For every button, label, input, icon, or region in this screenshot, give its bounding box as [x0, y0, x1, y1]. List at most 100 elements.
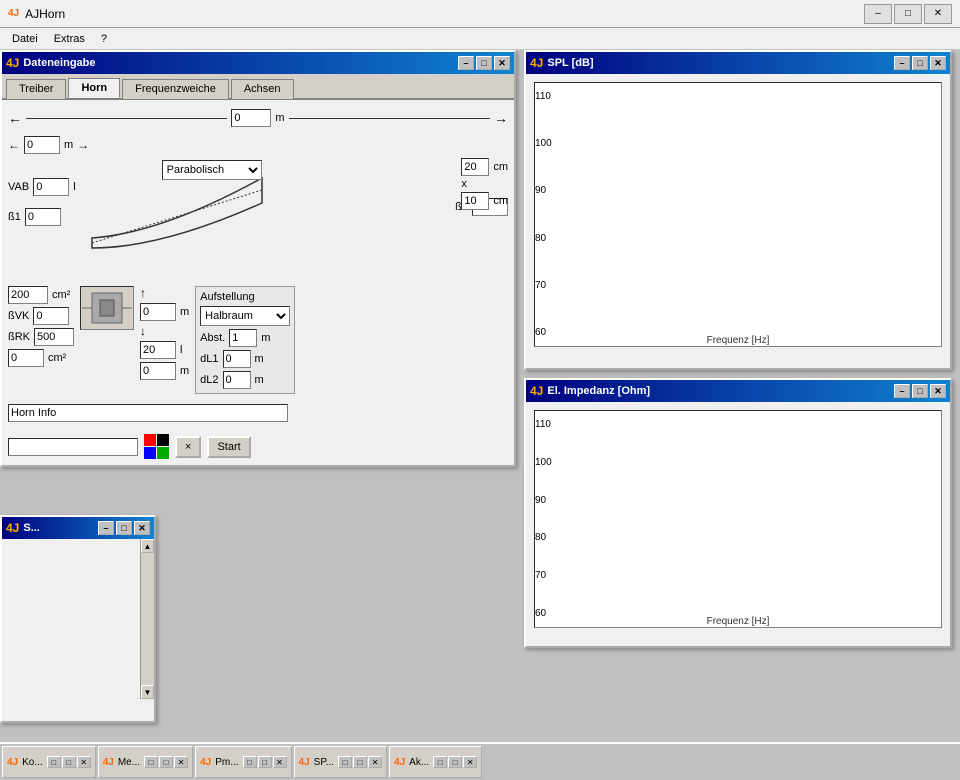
color-green[interactable]: [157, 447, 169, 459]
maximize-button[interactable]: □: [894, 4, 922, 24]
taskbar-btn-close-3[interactable]: ✕: [368, 756, 382, 768]
taskbar-btn-close-4[interactable]: ✕: [463, 756, 477, 768]
bvk-input[interactable]: 0: [33, 307, 69, 325]
spl-plot-area: [535, 83, 941, 333]
menu-datei[interactable]: Datei: [4, 31, 46, 47]
taskbar-item-3[interactable]: 4J SP... □ □ ✕: [294, 746, 388, 778]
spl-chart-inner: 110 100 90 80 70 60: [535, 83, 941, 333]
horn-length-input[interactable]: 0: [231, 109, 271, 127]
left-arrow-icon: ←: [8, 110, 22, 126]
spl-close[interactable]: ✕: [930, 56, 946, 70]
pos2-input[interactable]: 20: [140, 341, 176, 359]
tab-horn[interactable]: Horn: [68, 78, 120, 98]
dateneingabe-icon: 4J: [6, 56, 19, 70]
taskbar-btn-max-1[interactable]: □: [159, 756, 173, 768]
area2-unit: cm²: [48, 352, 66, 364]
color-red[interactable]: [144, 434, 156, 446]
dateneingabe-tabs: Treiber Horn Frequenzweiche Achsen: [2, 74, 514, 100]
taskbar-item-4[interactable]: 4J Ak... □ □ ✕: [389, 746, 482, 778]
scroll-down[interactable]: ▼: [141, 685, 154, 699]
taskbar-btn-min-1[interactable]: □: [144, 756, 158, 768]
color-blue[interactable]: [144, 447, 156, 459]
taskbar-btn-max-4[interactable]: □: [448, 756, 462, 768]
taskbar-item-2[interactable]: 4J Pm... □ □ ✕: [195, 746, 291, 778]
dateneingabe-body: ← 0 m → ← 0 m →: [2, 100, 514, 465]
spl-chart: 110 100 90 80 70 60 Frequenz [Hz]: [534, 82, 942, 347]
impedanz-close[interactable]: ✕: [930, 384, 946, 398]
area2-input[interactable]: 0: [8, 349, 44, 367]
taskbar-btn-close-2[interactable]: ✕: [273, 756, 287, 768]
horn-svg-container: Parabolisch Exponential Konisch Traktrix…: [82, 158, 508, 278]
vab-unit: l: [73, 181, 75, 193]
horn-length-row: ← 0 m →: [8, 106, 508, 130]
color-black[interactable]: [157, 434, 169, 446]
flare-type-container: Parabolisch Exponential Konisch Traktrix: [162, 160, 262, 180]
tab-frequenzweiche[interactable]: Frequenzweiche: [122, 79, 229, 99]
tab-achsen[interactable]: Achsen: [231, 79, 294, 99]
impedanz-body: 110 100 90 80 70 60 Frequenz [Hz]: [526, 402, 950, 636]
menu-bar: Datei Extras ?: [0, 28, 960, 50]
dl1-input[interactable]: 0: [223, 350, 251, 368]
taskbar-btn-min-2[interactable]: □: [243, 756, 257, 768]
bottom-text-input[interactable]: [8, 438, 138, 456]
scroll-up[interactable]: ▲: [141, 539, 154, 553]
impedanz-y-70: 70: [535, 570, 571, 581]
small-close[interactable]: ✕: [134, 521, 150, 535]
taskbar-btn-max-2[interactable]: □: [258, 756, 272, 768]
taskbar-btn-min-4[interactable]: □: [433, 756, 447, 768]
spl-y-110: 110: [535, 91, 571, 102]
taskbar-btn-max-0[interactable]: □: [62, 756, 76, 768]
minimize-button[interactable]: –: [864, 4, 892, 24]
taskbar-btn-max-3[interactable]: □: [353, 756, 367, 768]
scrollbar[interactable]: ▲ ▼: [140, 539, 154, 699]
abst-label: Abst.: [200, 332, 225, 344]
horn-info-input[interactable]: Horn Info: [8, 404, 288, 422]
horn-offset-row: ← 0 m →: [8, 136, 508, 154]
taskbar-label-1: Me...: [118, 757, 140, 768]
impedanz-maximize[interactable]: □: [912, 384, 928, 398]
area1-input[interactable]: 200: [8, 286, 48, 304]
pos1-input[interactable]: 0: [140, 303, 176, 321]
taskbar-btn-close-0[interactable]: ✕: [77, 756, 91, 768]
dateneingabe-close[interactable]: ✕: [494, 56, 510, 70]
horn-offset-input[interactable]: 0: [24, 136, 60, 154]
tab-treiber[interactable]: Treiber: [6, 79, 66, 99]
taskbar-controls-4: □ □ ✕: [433, 756, 477, 768]
impedanz-y-110: 110: [535, 419, 571, 430]
menu-help[interactable]: ?: [93, 31, 115, 47]
pos3-input[interactable]: 0: [140, 362, 176, 380]
vab-input[interactable]: 0: [33, 178, 69, 196]
x-button[interactable]: ×: [175, 436, 201, 458]
taskbar-btn-close-1[interactable]: ✕: [174, 756, 188, 768]
small-window: 4J S... – □ ✕ ▲ ▼: [0, 515, 156, 723]
horn-sub-section: 200 cm² ßVK 0 ßRK 500 0: [8, 286, 508, 394]
impedanz-window: 4J El. Impedanz [Ohm] – □ ✕ 110 100 90 8…: [524, 378, 952, 648]
dim-10-input[interactable]: 10: [461, 192, 489, 210]
spl-x-label: Frequenz [Hz]: [535, 335, 941, 346]
dl1-unit: m: [255, 353, 264, 365]
taskbar-label-2: Pm...: [215, 757, 238, 768]
brk-input[interactable]: 500: [34, 328, 74, 346]
start-button[interactable]: Start: [207, 436, 250, 458]
taskbar-btn-min-3[interactable]: □: [338, 756, 352, 768]
spl-maximize[interactable]: □: [912, 56, 928, 70]
dl2-input[interactable]: 0: [223, 371, 251, 389]
spl-minimize[interactable]: –: [894, 56, 910, 70]
taskbar-item-1[interactable]: 4J Me... □ □ ✕: [98, 746, 193, 778]
aufstellung-select[interactable]: Halbraum Freiraum Viertelraum Achtelraum: [200, 306, 290, 326]
dim-20-input[interactable]: 20: [461, 158, 489, 176]
flare-type-select[interactable]: Parabolisch Exponential Konisch Traktrix: [162, 160, 262, 180]
taskbar-btn-min-0[interactable]: □: [47, 756, 61, 768]
b1-label: ß1: [8, 211, 21, 223]
dateneingabe-bottom-bar: × Start: [8, 434, 508, 459]
b1-input[interactable]: 0: [25, 208, 61, 226]
taskbar-item-0[interactable]: 4J Ko... □ □ ✕: [2, 746, 96, 778]
menu-extras[interactable]: Extras: [46, 31, 93, 47]
close-button[interactable]: ✕: [924, 4, 952, 24]
abst-input[interactable]: 1: [229, 329, 257, 347]
small-minimize[interactable]: –: [98, 521, 114, 535]
small-maximize[interactable]: □: [116, 521, 132, 535]
impedanz-minimize[interactable]: –: [894, 384, 910, 398]
dateneingabe-minimize[interactable]: –: [458, 56, 474, 70]
dateneingabe-maximize[interactable]: □: [476, 56, 492, 70]
